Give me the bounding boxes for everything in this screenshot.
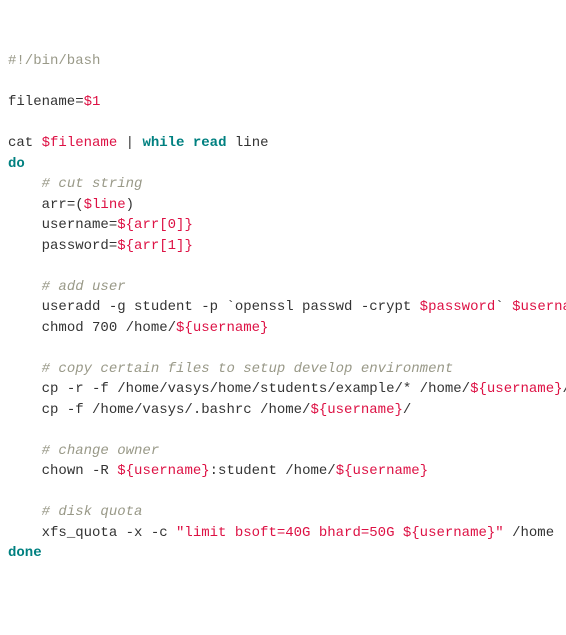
comment-copy: # copy certain files to setup develop en…: [42, 361, 454, 377]
do-keyword: do: [8, 156, 25, 172]
cp2-part-a: cp -f /home/vasys/.bashrc /home/: [42, 402, 311, 418]
password-assign: password=: [42, 238, 118, 254]
space: [184, 135, 192, 151]
chown-part-a: chown -R: [42, 463, 118, 479]
arr1-expansion: ${arr[1]}: [117, 238, 193, 254]
comment-cut: # cut string: [42, 176, 143, 192]
username-expansion: ${username}: [176, 320, 268, 336]
positional-param: $1: [84, 94, 101, 110]
shebang-line: #!/bin/bash: [8, 53, 100, 69]
username-expansion: ${username}: [336, 463, 428, 479]
comment-add: # add user: [42, 279, 126, 295]
useradd-part-a: useradd -g student -p `openssl passwd -c…: [42, 299, 420, 315]
line-label: line: [226, 135, 268, 151]
done-keyword: done: [8, 545, 42, 561]
username-expansion: ${username}: [117, 463, 209, 479]
arr-assign: arr=(: [42, 197, 84, 213]
username-expansion: ${username}: [310, 402, 402, 418]
useradd-part-b: `: [495, 299, 512, 315]
username-expansion: ${username}: [470, 381, 562, 397]
code-block: #!/bin/bash filename=$1 cat $filename | …: [8, 51, 558, 564]
username-var: $username: [512, 299, 566, 315]
cp1-part-a: cp -r -f /home/vasys/home/students/examp…: [42, 381, 470, 397]
assign-filename: filename=: [8, 94, 84, 110]
cat-cmd: cat: [8, 135, 42, 151]
cp2-part-b: /: [403, 402, 411, 418]
arr-close: ): [126, 197, 134, 213]
pipe: |: [117, 135, 142, 151]
chown-part-b: :student /home/: [210, 463, 336, 479]
chmod-part-a: chmod 700 /home/: [42, 320, 176, 336]
comment-quota: # disk quota: [42, 504, 143, 520]
comment-owner: # change owner: [42, 443, 160, 459]
arr0-expansion: ${arr[0]}: [117, 217, 193, 233]
password-var: $password: [420, 299, 496, 315]
filename-var: $filename: [42, 135, 118, 151]
cp1-part-b: /: [563, 381, 566, 397]
line-var: $line: [84, 197, 126, 213]
username-assign: username=: [42, 217, 118, 233]
read-keyword: read: [193, 135, 227, 151]
while-keyword: while: [142, 135, 184, 151]
